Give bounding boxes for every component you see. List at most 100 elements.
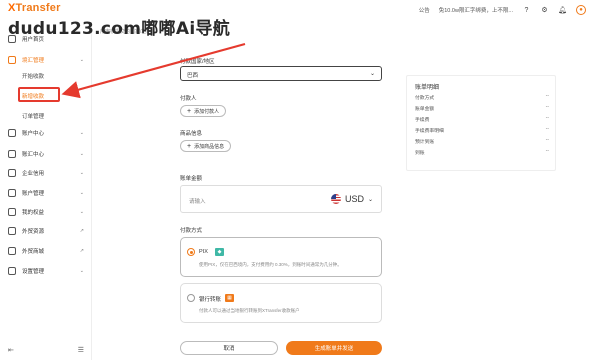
- chevron-down-icon: ⌄: [79, 190, 84, 196]
- bell-icon[interactable]: 🔔︎: [558, 6, 567, 15]
- payment-method-pix[interactable]: PIX ◆ 使用PIX，仅在巴西境内，支付费用约 0.30%，到账时间通常为几分…: [180, 237, 382, 277]
- sidebar-item-trade-mall[interactable]: 外贸商城 ↗: [8, 246, 84, 256]
- summary-row-value: --: [545, 138, 549, 143]
- country-label: 付款国家/地区: [180, 59, 215, 65]
- currency-code: USD: [344, 194, 364, 204]
- us-flag-icon: [330, 194, 341, 204]
- sidebar-item-settings[interactable]: 设置管理 ⌄: [8, 266, 84, 276]
- summary-row: 预计到账 --: [415, 138, 549, 145]
- summary-row-label: 付款方式: [415, 96, 435, 101]
- announcement-link[interactable]: 公告: [419, 6, 430, 14]
- sidebar-subitem-orders[interactable]: 订单管理: [22, 112, 44, 120]
- pix-name: PIX: [199, 249, 208, 255]
- annotation-highlight-box: [18, 87, 60, 102]
- sidebar-item-label: 外贸资源: [22, 229, 45, 235]
- sidebar-item-account[interactable]: 账户中心 ⌄: [8, 128, 84, 138]
- sidebar-item-credit[interactable]: 企业信用 ⌄: [8, 168, 84, 178]
- logo-text: Transfer: [15, 2, 61, 14]
- plus-icon: +: [187, 107, 192, 115]
- shield-icon: [8, 169, 16, 177]
- gift-icon: [8, 208, 16, 216]
- external-link-icon: ↗: [79, 248, 84, 254]
- add-payer-label: 添加付款人: [194, 108, 220, 115]
- amount-placeholder: 请输入: [189, 199, 206, 205]
- radio-bank[interactable]: [187, 294, 195, 302]
- sidebar-item-trade-resources[interactable]: 外贸资源 ↗: [8, 226, 84, 236]
- sidebar-item-label: 我的权益: [22, 210, 45, 216]
- pix-description: 使用PIX，仅在巴西境内，支付费用约 0.30%，到账时间通常为几分钟。: [199, 262, 342, 267]
- summary-row: 手续费率明细 --: [415, 127, 549, 134]
- notice-text[interactable]: 免10.0w限汇字绑费，上不限...: [439, 6, 513, 14]
- add-attachment-button[interactable]: + 添加商品信息: [180, 140, 232, 152]
- brand-logo[interactable]: XTransfer: [8, 2, 61, 14]
- summary-row-label: 手续费率明细: [415, 129, 444, 134]
- wallet-icon: [8, 56, 16, 64]
- summary-row-value: --: [545, 149, 549, 154]
- payer-label: 付款人: [180, 96, 197, 102]
- chevron-down-icon: ⌄: [79, 170, 84, 176]
- summary-row-value: --: [545, 116, 549, 121]
- sidebar: 用户首页 境汇管理 ⌄ 开始收款 新增收款 订单管理 账户中心 ⌄ 账汇中心 ⌄…: [0, 22, 92, 360]
- payment-method-bank[interactable]: 银行转账 ▦ 付款人可以通过当地银行转账到XTransfer收款账户: [180, 283, 382, 323]
- sidebar-item-label: 设置管理: [22, 269, 45, 275]
- bill-summary-panel: 账单明细 付款方式 -- 账单金额 -- 手续费 -- 手续费率明细 -- 预计…: [406, 75, 556, 171]
- summary-row: 付款方式 --: [415, 94, 549, 101]
- chevron-down-icon: ⌄: [79, 130, 84, 136]
- folder-icon: [8, 189, 16, 197]
- summary-row-value: --: [545, 127, 549, 132]
- collapse-icon[interactable]: ☰: [78, 346, 84, 354]
- summary-row: 到账 --: [415, 149, 549, 156]
- chevron-down-icon: ⌄: [369, 71, 375, 77]
- sidebar-item-label: 账户管理: [22, 191, 45, 197]
- header-actions: 公告 免10.0w限汇字绑费，上不限... ? ⚙ 🔔︎ ●: [419, 5, 586, 15]
- account-icon: [8, 129, 16, 137]
- sidebar-item-label: 账户中心: [22, 131, 45, 137]
- chevron-down-icon: ⌄: [79, 151, 84, 157]
- settings-icon: [8, 267, 16, 275]
- summary-row-label: 账单金额: [415, 107, 435, 112]
- bank-name: 银行转账: [199, 297, 222, 303]
- sidebar-subitem-start[interactable]: 开始收款: [22, 72, 44, 80]
- sidebar-item-management[interactable]: 账户管理 ⌄: [8, 188, 84, 198]
- add-payer-button[interactable]: + 添加付款人: [180, 105, 227, 117]
- sidebar-item-collection[interactable]: 境汇管理 ⌄: [8, 55, 84, 65]
- summary-row-label: 手续费: [415, 118, 430, 123]
- country-select[interactable]: 巴西 ⌄: [180, 66, 382, 81]
- sidebar-footer: ⇤ ☰: [8, 346, 84, 354]
- user-icon[interactable]: ●: [576, 5, 586, 15]
- watermark-text: dudu123.com嘟嘟Ai导航: [8, 19, 231, 39]
- summary-row: 账单金额 --: [415, 105, 549, 112]
- help-icon[interactable]: ?: [522, 6, 531, 15]
- sidebar-item-label: 账汇中心: [22, 152, 45, 158]
- exit-icon[interactable]: ⇤: [8, 346, 14, 354]
- summary-title: 账单明细: [415, 85, 440, 91]
- summary-row-label: 到账: [415, 151, 425, 156]
- globe-icon: [8, 227, 16, 235]
- plus-icon: +: [187, 142, 192, 150]
- chevron-down-icon: ⌄: [79, 268, 84, 274]
- sidebar-item-label: 境汇管理: [22, 58, 45, 64]
- chevron-down-icon: ⌄: [79, 209, 84, 215]
- chevron-down-icon: ⌄: [79, 57, 84, 63]
- chevron-down-icon: ⌄: [367, 196, 373, 203]
- pix-logo-icon: ◆: [215, 248, 224, 256]
- submit-button[interactable]: 生成账单并发送: [286, 341, 382, 355]
- add-attachment-label: 添加商品信息: [194, 143, 225, 150]
- sidebar-item-benefits[interactable]: 我的权益 ⌄: [8, 207, 84, 217]
- amount-input[interactable]: 请输入 USD ⌄: [180, 185, 382, 213]
- amount-label: 账单金额: [180, 176, 203, 182]
- summary-row-value: --: [545, 105, 549, 110]
- sidebar-item-label: 企业信用: [22, 171, 45, 177]
- summary-row-value: --: [545, 94, 549, 99]
- cancel-button[interactable]: 取消: [180, 341, 278, 355]
- attachment-label: 商品信息: [180, 131, 203, 137]
- sidebar-item-ledger[interactable]: 账汇中心 ⌄: [8, 149, 84, 159]
- currency-select[interactable]: USD ⌄: [330, 194, 373, 204]
- sidebar-item-label: 外贸商城: [22, 249, 45, 255]
- logo-x: X: [8, 2, 16, 14]
- external-link-icon: ↗: [79, 228, 84, 234]
- shop-icon: [8, 247, 16, 255]
- radio-pix[interactable]: [187, 248, 195, 256]
- gear-icon[interactable]: ⚙: [540, 6, 549, 15]
- method-label: 付款方式: [180, 228, 203, 234]
